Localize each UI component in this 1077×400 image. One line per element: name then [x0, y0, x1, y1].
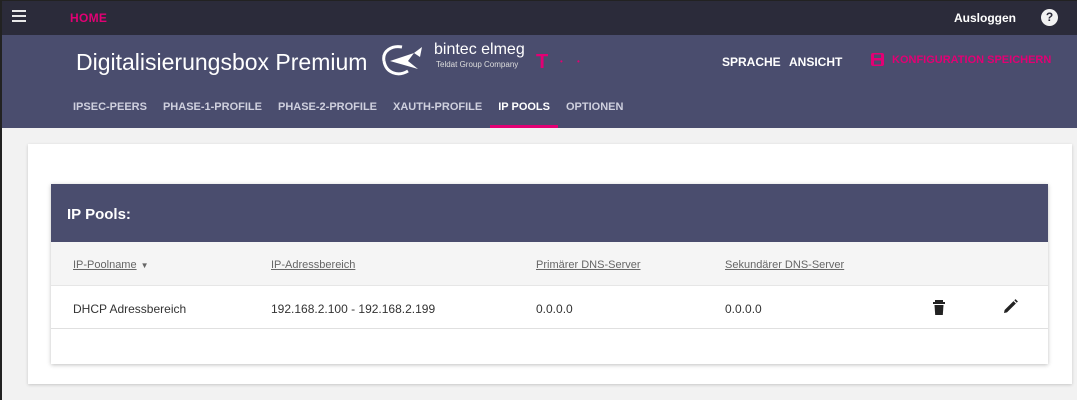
hamburger-menu-icon[interactable]: [12, 10, 26, 24]
panel-title: IP Pools:: [51, 184, 1048, 242]
view-button[interactable]: ANSICHT: [789, 55, 842, 69]
logout-button[interactable]: Ausloggen: [954, 11, 1016, 25]
tab-xauth-profile[interactable]: XAUTH-PROFILE: [385, 95, 490, 128]
cell-poolname: DHCP Adressbereich: [73, 302, 187, 316]
home-link[interactable]: HOME: [70, 11, 107, 25]
page-title: Digitalisierungsbox Premium: [76, 49, 368, 75]
cell-ip-range: 192.168.2.100 - 192.168.2.199: [271, 302, 436, 316]
column-header-secondary-dns[interactable]: Sekundärer DNS-Server: [725, 259, 844, 271]
sort-caret-icon: ▼: [140, 261, 149, 270]
ip-pools-panel: IP Pools: IP-Poolname ▼ IP-Adressbereich …: [51, 184, 1048, 364]
table-header: IP-Poolname ▼ IP-Adressbereich Primärer D…: [51, 242, 1048, 286]
tab-ip-pools[interactable]: IP POOLS: [490, 95, 558, 128]
trash-icon[interactable]: [930, 298, 948, 316]
column-header-primary-dns[interactable]: Primärer DNS-Server: [536, 259, 641, 271]
brand-logo-subtext: Teldat Group Company: [436, 60, 519, 69]
top-bar: HOME Ausloggen ?: [2, 1, 1077, 35]
cell-secondary-dns: 0.0.0.0: [725, 302, 762, 316]
pencil-icon[interactable]: [1001, 298, 1019, 316]
help-icon[interactable]: ?: [1041, 9, 1058, 26]
cell-primary-dns: 0.0.0.0: [536, 302, 573, 316]
app-frame: HOME Ausloggen ? Digitalisierungsbox Pre…: [0, 0, 1077, 400]
tab-optionen[interactable]: OPTIONEN: [558, 95, 631, 128]
save-floppy-icon: [871, 53, 884, 66]
telekom-dots: • •: [560, 57, 586, 66]
telekom-logo: T: [536, 51, 549, 73]
column-header-ip-poolname[interactable]: IP-Poolname ▼: [73, 259, 149, 271]
tab-phase-2-profile[interactable]: PHASE-2-PROFILE: [270, 95, 385, 128]
tab-bar: IPSEC-PEERS PHASE-1-PROFILE PHASE-2-PROF…: [65, 95, 631, 128]
save-configuration-label: KONFIGURATION SPEICHERN: [892, 53, 1052, 66]
table-row: DHCP Adressbereich 192.168.2.100 - 192.1…: [51, 286, 1048, 329]
tab-ipsec-peers[interactable]: IPSEC-PEERS: [65, 95, 155, 128]
content-card: IP Pools: IP-Poolname ▼ IP-Adressbereich …: [28, 144, 1072, 384]
save-configuration-button[interactable]: KONFIGURATION SPEICHERN: [871, 53, 1051, 66]
brand-logo-text: bintec elmeg: [434, 41, 525, 58]
bird-logo-icon: [382, 45, 422, 76]
column-header-label: IP-Poolname: [73, 259, 137, 271]
tab-phase-1-profile[interactable]: PHASE-1-PROFILE: [155, 95, 270, 128]
app-header: Digitalisierungsbox Premium bintec elmeg…: [2, 35, 1077, 128]
language-button[interactable]: SPRACHE: [722, 55, 781, 69]
column-header-ip-range[interactable]: IP-Adressbereich: [271, 259, 355, 271]
